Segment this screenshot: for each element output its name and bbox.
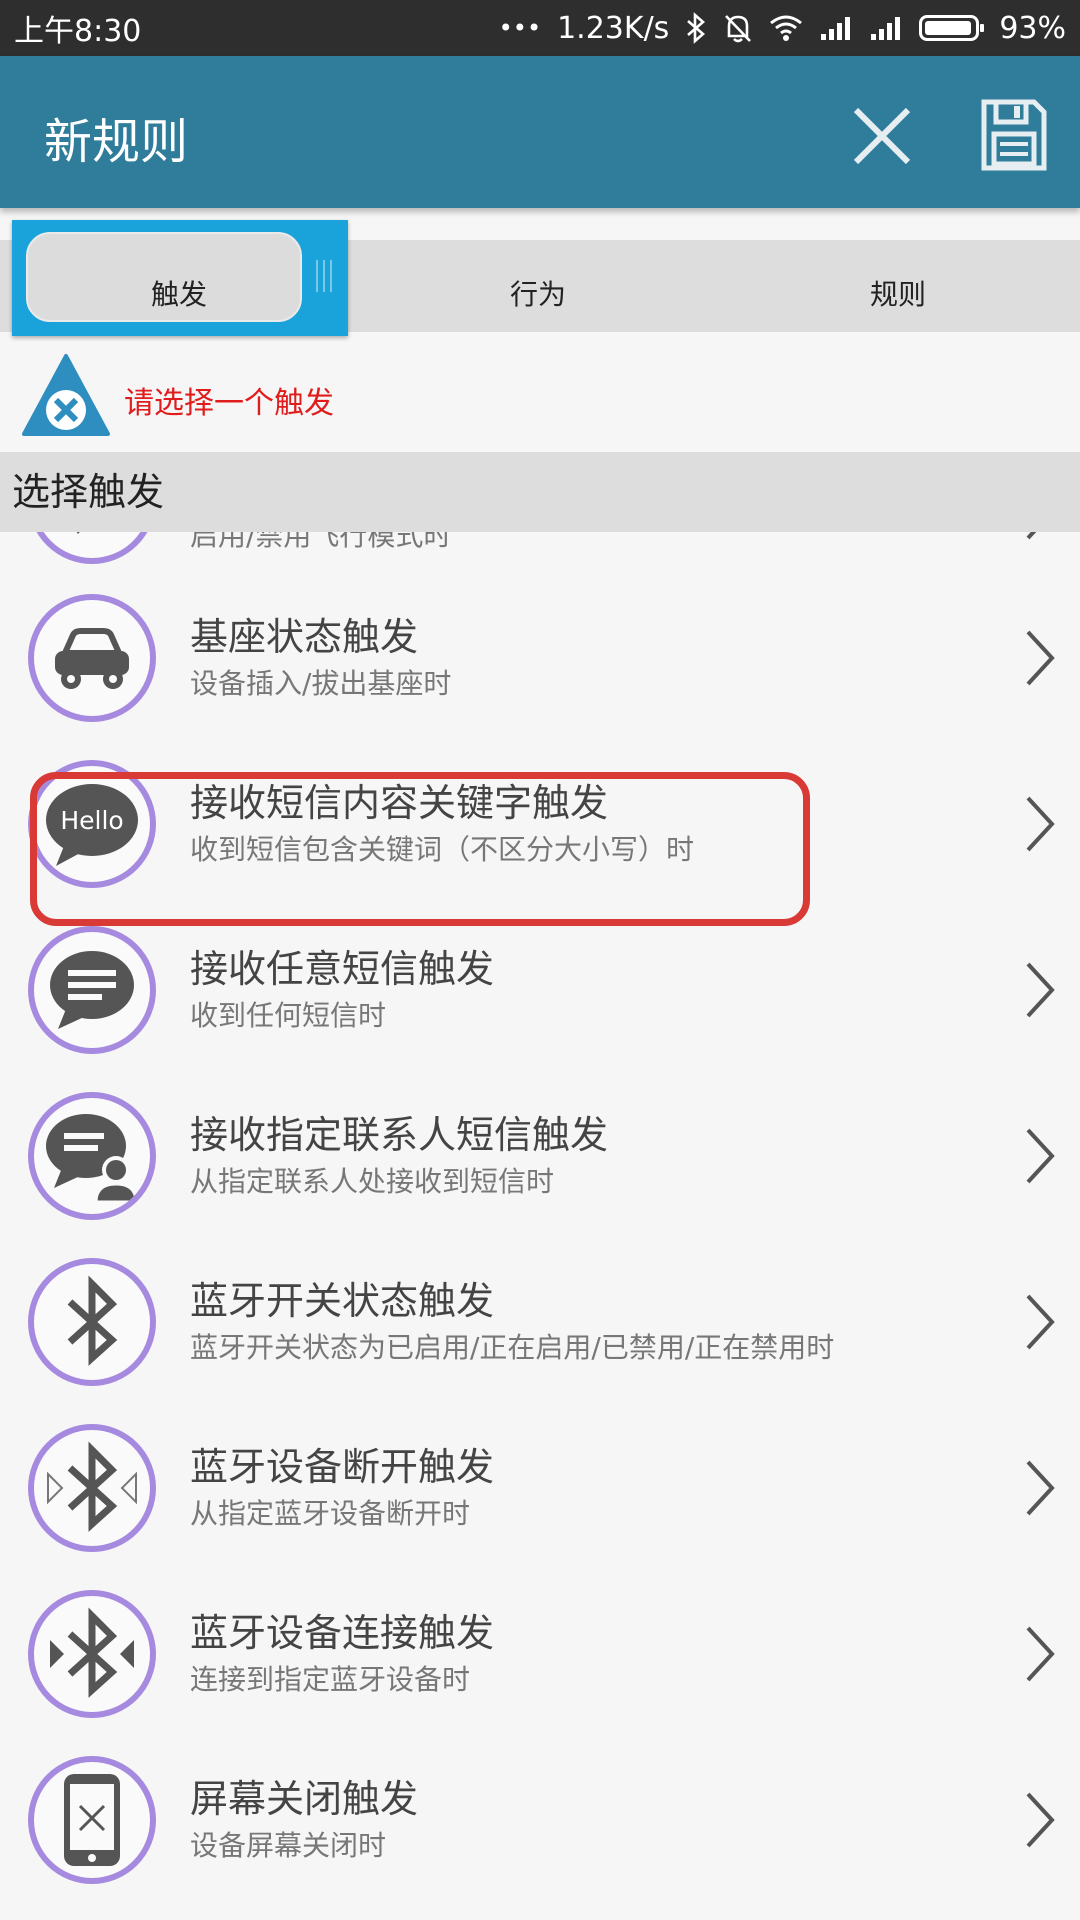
- status-time: 上午8:30: [14, 14, 142, 49]
- close-icon: [853, 107, 911, 165]
- bluetooth-icon: [28, 1258, 156, 1386]
- bluetooth-connect-icon: [28, 1590, 156, 1718]
- list-item-title: 蓝牙开关状态触发: [190, 1279, 495, 1323]
- trigger-list: 启用/禁用飞行模式时 基座状态触发 设备插入/拔出基座时 Hello 接收短信内…: [0, 532, 1080, 1920]
- list-item-subtitle: 设备屏幕关闭时: [190, 1829, 387, 1862]
- page-title: 新规则: [44, 114, 189, 170]
- close-button[interactable]: [846, 100, 918, 172]
- chevron-right-icon: [1026, 532, 1037, 540]
- list-item-title: 蓝牙设备断开触发: [190, 1445, 495, 1489]
- list-item[interactable]: 蓝牙设备连接触发 连接到指定蓝牙设备时: [0, 1578, 1080, 1738]
- chevron-right-icon: [1026, 1294, 1055, 1350]
- more-dots: •••: [498, 14, 542, 42]
- bluetooth-status-icon: [685, 12, 707, 44]
- battery-icon: [919, 15, 985, 41]
- mute-bell-icon: [723, 12, 753, 44]
- list-item-title: 蓝牙设备连接触发: [190, 1611, 495, 1655]
- chevron-right-icon: [1026, 962, 1055, 1018]
- bluetooth-disconnect-icon: [28, 1424, 156, 1552]
- list-item-subtitle: 启用/禁用飞行模式时: [190, 532, 452, 552]
- list-item[interactable]: 启用/禁用飞行模式时: [0, 532, 1080, 580]
- section-header-overlay: 选择触发: [0, 452, 1080, 532]
- car-icon: [28, 594, 156, 722]
- list-item-subtitle: 收到任何短信时: [190, 999, 387, 1032]
- chevron-right-icon: [1026, 796, 1055, 852]
- app-bar: 新规则: [0, 56, 1080, 208]
- list-item-subtitle: 从指定联系人处接收到短信时: [190, 1165, 555, 1198]
- list-item-subtitle: 蓝牙开关状态为已启用/正在启用/已禁用/正在禁用时: [190, 1331, 835, 1364]
- highlight-annotation-box: [30, 772, 810, 926]
- warning-triangle-icon: [22, 354, 110, 436]
- list-item[interactable]: 接收指定联系人短信触发 从指定联系人处接收到短信时: [0, 1080, 1080, 1240]
- signal-icon-2: [869, 14, 903, 42]
- message-bubble-icon: [28, 926, 156, 1054]
- list-item[interactable]: 基座状态触发 设备插入/拔出基座时: [0, 582, 1080, 742]
- chevron-right-icon: [1026, 1460, 1055, 1516]
- signal-icon-1: [819, 14, 853, 42]
- list-item-subtitle: 设备插入/拔出基座时: [190, 667, 452, 700]
- screen-off-icon: [28, 1756, 156, 1884]
- airplane-icon: [28, 532, 156, 564]
- tab-action[interactable]: 行为: [510, 273, 566, 313]
- floppy-disk-icon: [981, 99, 1047, 171]
- list-item[interactable]: 蓝牙开关状态触发 蓝牙开关状态为已启用/正在启用/已禁用/正在禁用时: [0, 1246, 1080, 1406]
- contact-message-icon: [28, 1092, 156, 1220]
- save-button[interactable]: [978, 96, 1050, 174]
- list-item[interactable]: 蓝牙设备断开触发 从指定蓝牙设备断开时: [0, 1412, 1080, 1572]
- list-item-title: 屏幕关闭触发: [190, 1777, 419, 1821]
- chevron-right-icon: [1026, 1792, 1055, 1848]
- chevron-right-icon: [1026, 630, 1055, 686]
- net-speed: 1.23K/s: [557, 10, 670, 46]
- chevron-right-icon: [1026, 1626, 1055, 1682]
- warning-message: 请选择一个触发: [124, 386, 334, 421]
- chevron-right-icon: [1026, 1128, 1055, 1184]
- status-bar: 上午8:30 ••• 1.23K/s 93%: [0, 0, 1080, 56]
- wifi-icon: [769, 14, 803, 42]
- tab-rule[interactable]: 规则: [870, 273, 926, 313]
- list-item-title: 接收指定联系人短信触发: [190, 1113, 609, 1157]
- drag-grip-icon[interactable]: [312, 258, 336, 294]
- list-item[interactable]: 接收任意短信触发 收到任何短信时: [0, 914, 1080, 1074]
- list-item-title: 基座状态触发: [190, 615, 419, 659]
- list-item-title: 接收任意短信触发: [190, 947, 495, 991]
- list-item-subtitle: 连接到指定蓝牙设备时: [190, 1663, 471, 1696]
- tab-trigger[interactable]: 触发: [151, 273, 207, 313]
- list-item[interactable]: 屏幕关闭触发 设备屏幕关闭时: [0, 1744, 1080, 1904]
- battery-percent: 93%: [999, 10, 1066, 46]
- list-item-subtitle: 从指定蓝牙设备断开时: [190, 1497, 471, 1530]
